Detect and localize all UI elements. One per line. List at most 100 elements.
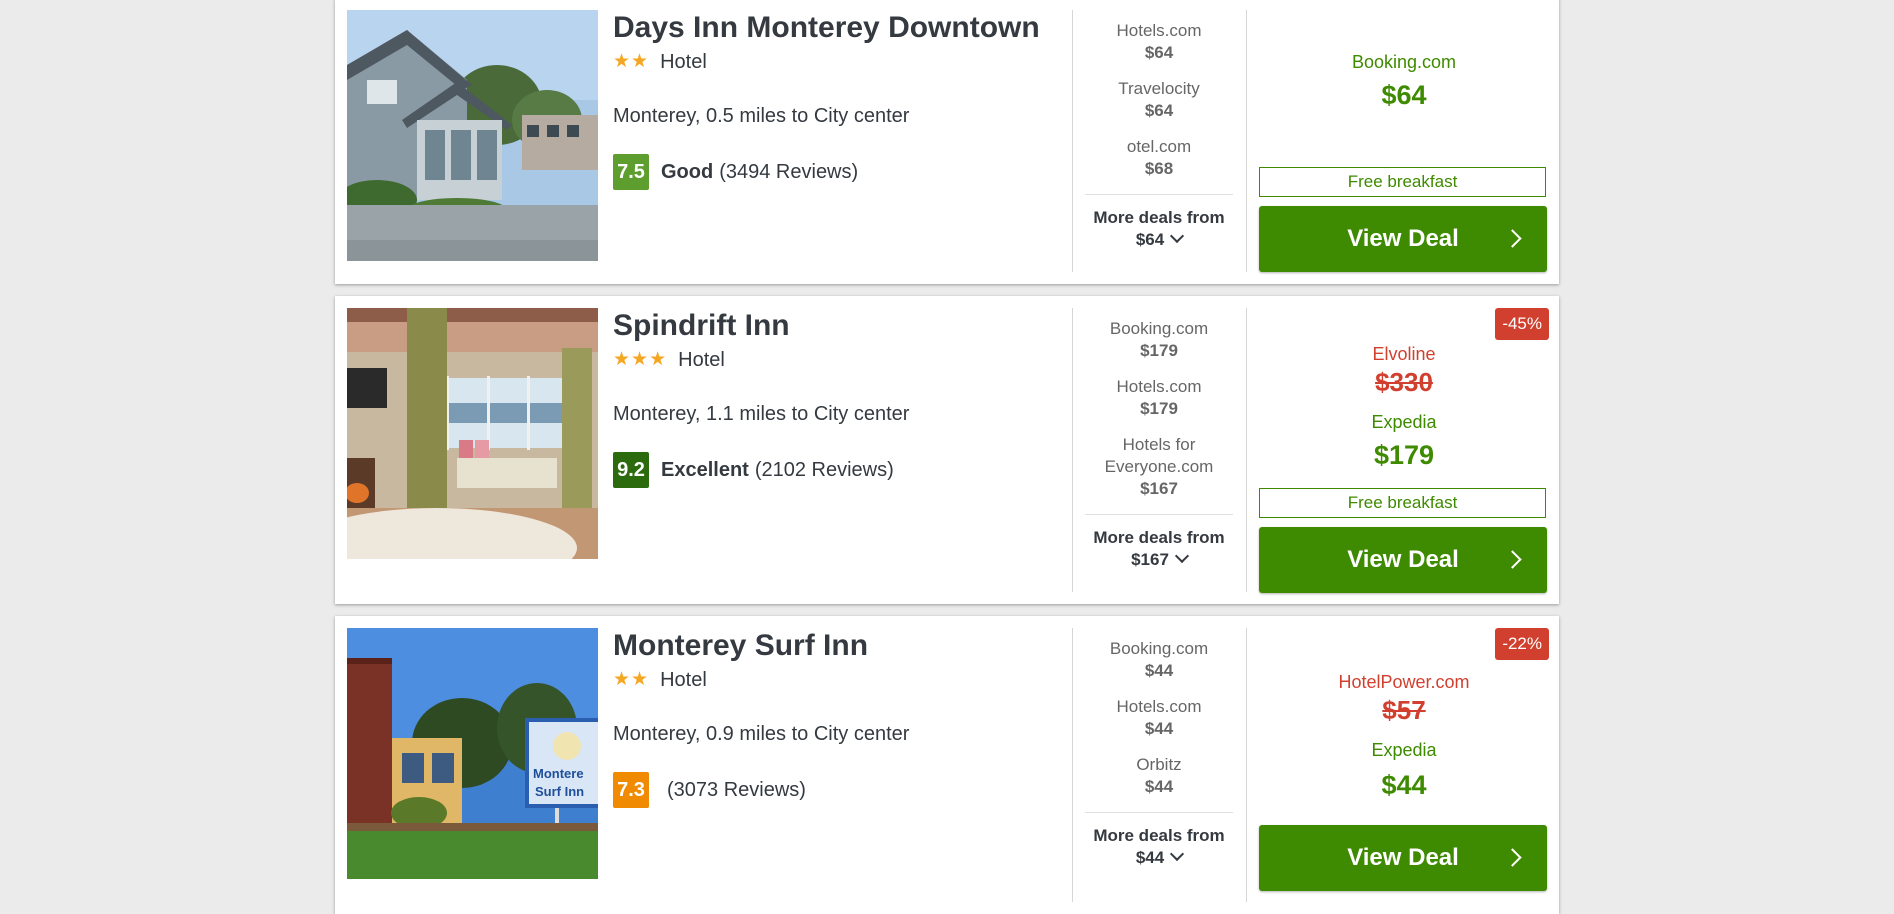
original-price: $330: [1375, 367, 1433, 397]
star-rating: ★ ★: [613, 52, 648, 72]
star-icon: ★: [613, 349, 631, 370]
hotel-type: Hotel: [660, 50, 707, 73]
best-deal-price: $179: [1373, 440, 1435, 470]
hotel-photo[interactable]: [347, 308, 598, 559]
hotel-type: Hotel: [678, 348, 725, 371]
deal-site: Orbitz: [1136, 755, 1182, 774]
view-deal-button[interactable]: View Deal: [1259, 206, 1547, 272]
deal-price: $44: [1144, 661, 1174, 680]
best-deal: -45% Elvoline $330 Expedia $179 Free bre…: [1259, 308, 1549, 593]
more-deals-price: $44: [1135, 848, 1165, 867]
view-deal-label: View Deal: [1347, 844, 1459, 871]
view-deal-button[interactable]: View Deal: [1259, 527, 1547, 593]
rating-summary[interactable]: 9.2 Excellent (2102 Reviews): [613, 452, 1053, 488]
hotel-info: Days Inn Monterey Downtown ★ ★ Hotel Mont…: [613, 10, 1053, 190]
deal-item[interactable]: otel.com $68: [1085, 136, 1233, 180]
rating-summary[interactable]: 7.5 Good (3494 Reviews): [613, 154, 1053, 190]
hotel-location: Monterey, 0.9 miles to City center: [613, 723, 910, 745]
original-price: $57: [1382, 695, 1426, 725]
review-count: (3494 Reviews): [719, 160, 859, 183]
view-deal-button[interactable]: View Deal: [1259, 825, 1547, 891]
star-icon: ★: [613, 51, 631, 72]
best-deal: Booking.com $64 Free breakfast View Deal: [1259, 10, 1549, 272]
hotel-card: Days Inn Monterey Downtown ★ ★ Hotel Mont…: [335, 0, 1559, 284]
deal-price: $167: [1140, 479, 1178, 498]
deal-item[interactable]: Hotels.com $179: [1085, 376, 1233, 420]
review-count: (3073 Reviews): [667, 778, 806, 801]
rating-summary[interactable]: 7.3 (3073 Reviews): [613, 772, 1053, 808]
best-deal: -22% HotelPower.com $57 Expedia $44 View…: [1259, 628, 1549, 902]
review-score-badge: 7.5: [613, 154, 649, 190]
hotel-card: Spindrift Inn ★ ★ ★ Hotel Monterey, 1.1 mi…: [335, 296, 1559, 604]
more-deals-toggle[interactable]: More deals from $167: [1085, 514, 1233, 571]
deal-site: Hotels for Everyone.com: [1104, 435, 1214, 476]
divider: [1072, 628, 1073, 902]
deal-price: $64: [1144, 43, 1174, 62]
deal-price: $179: [1140, 341, 1178, 360]
free-breakfast-tag: Free breakfast: [1259, 167, 1546, 197]
deal-item[interactable]: Hotels.com $64: [1085, 20, 1233, 64]
star-icon: ★: [649, 349, 667, 370]
review-score-badge: 7.3: [613, 772, 649, 808]
hotel-card: Montere Surf Inn Monterey Surf Inn ★ ★ Ho…: [335, 616, 1559, 914]
more-deals-toggle[interactable]: More deals from $64: [1085, 194, 1233, 251]
hotel-name[interactable]: Spindrift Inn: [613, 308, 1053, 344]
more-deals-label: More deals from: [1093, 208, 1225, 227]
discount-badge: -45%: [1495, 308, 1549, 340]
hotel-photo[interactable]: [347, 10, 598, 261]
hotel-type: Hotel: [660, 668, 707, 691]
original-provider: Elvoline: [1372, 344, 1436, 364]
best-deal-price: $64: [1381, 80, 1427, 110]
chevron-right-icon: [1503, 550, 1522, 569]
best-deal-provider: Booking.com: [1351, 52, 1457, 72]
star-icon: ★: [613, 669, 631, 690]
more-deals-price: $64: [1135, 230, 1165, 249]
hotel-location: Monterey, 1.1 miles to City center: [613, 403, 910, 425]
deal-site: otel.com: [1126, 137, 1192, 156]
star-rating: ★ ★ ★: [613, 350, 666, 370]
deal-item[interactable]: Orbitz $44: [1085, 754, 1233, 798]
hotel-photo[interactable]: Montere Surf Inn: [347, 628, 598, 879]
review-score-badge: 9.2: [613, 452, 649, 488]
sign-text: Surf Inn: [535, 784, 584, 799]
deal-item[interactable]: Booking.com $44: [1085, 638, 1233, 682]
free-breakfast-tag: Free breakfast: [1259, 488, 1546, 518]
deal-item[interactable]: Hotels.com $44: [1085, 696, 1233, 740]
deal-site: Hotels.com: [1116, 21, 1202, 40]
deal-item[interactable]: Hotels for Everyone.com $167: [1085, 434, 1233, 500]
deal-item[interactable]: Booking.com $179: [1085, 318, 1233, 362]
more-deals-label: More deals from: [1093, 528, 1225, 547]
sign-text: Montere: [533, 766, 584, 781]
deal-price: $179: [1140, 399, 1178, 418]
view-deal-label: View Deal: [1347, 546, 1459, 573]
chevron-right-icon: [1503, 229, 1522, 248]
original-provider: HotelPower.com: [1338, 672, 1470, 692]
hotel-info: Monterey Surf Inn ★ ★ Hotel Monterey, 0.9…: [613, 628, 1053, 808]
divider: [1072, 308, 1073, 592]
chevron-right-icon: [1503, 848, 1522, 867]
hotel-name[interactable]: Monterey Surf Inn: [613, 628, 1053, 664]
more-deals-toggle[interactable]: More deals from $44: [1085, 812, 1233, 869]
more-deals-price: $167: [1131, 550, 1169, 569]
chevron-down-icon: [1170, 228, 1185, 244]
divider: [1246, 628, 1247, 902]
deal-price: $44: [1144, 777, 1174, 796]
deal-item[interactable]: Travelocity $64: [1085, 78, 1233, 122]
deal-price: $64: [1144, 101, 1174, 120]
deal-site: Hotels.com: [1116, 697, 1202, 716]
more-deals-label: More deals from: [1093, 826, 1225, 845]
best-deal-provider: Expedia: [1371, 740, 1437, 760]
star-icon: ★: [631, 669, 649, 690]
hotel-name[interactable]: Days Inn Monterey Downtown: [613, 10, 1053, 46]
hotel-results-list: Days Inn Monterey Downtown ★ ★ Hotel Mont…: [335, 0, 1559, 914]
deal-site: Travelocity: [1118, 79, 1200, 98]
divider: [1246, 10, 1247, 272]
chevron-down-icon: [1170, 846, 1185, 862]
divider: [1246, 308, 1247, 592]
best-deal-price: $44: [1381, 770, 1427, 800]
divider: [1072, 10, 1073, 272]
star-rating: ★ ★: [613, 670, 648, 690]
chevron-down-icon: [1174, 548, 1189, 564]
rating-word: Good: [661, 160, 714, 183]
star-icon: ★: [631, 51, 649, 72]
